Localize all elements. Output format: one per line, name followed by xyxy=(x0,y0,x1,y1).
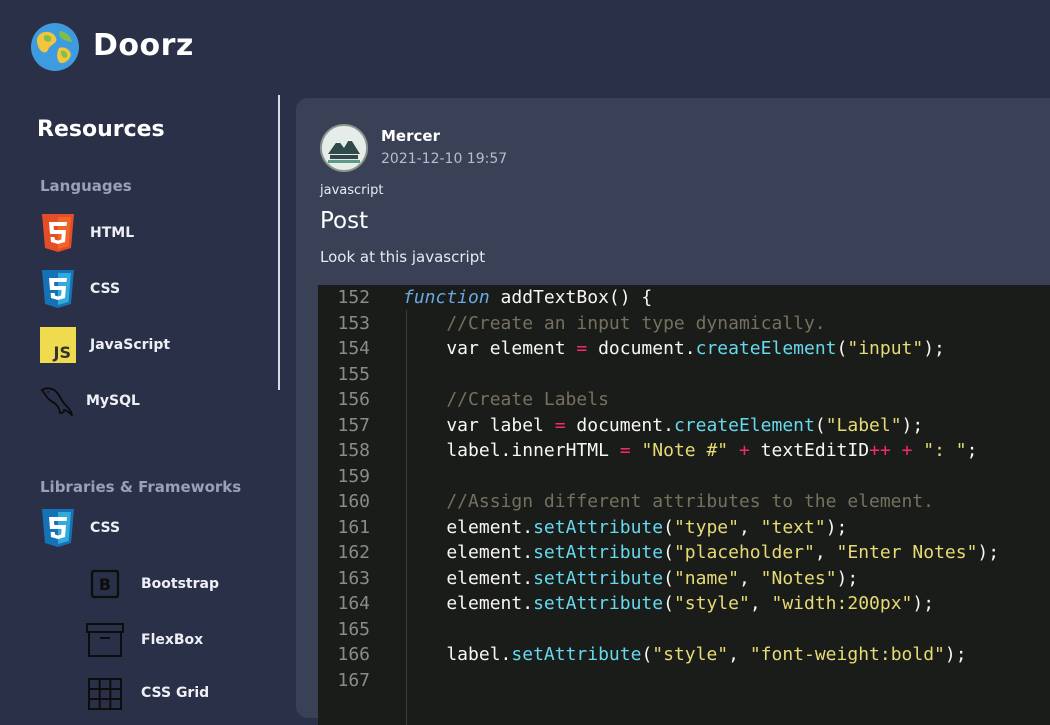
sidebar-scrollbar[interactable] xyxy=(278,95,280,390)
code-line: 163 element.setAttribute("name", "Notes"… xyxy=(318,566,1050,591)
code-line: 167 xyxy=(318,668,1050,693)
code-text: element.setAttribute("placeholder", "Ent… xyxy=(403,542,1000,563)
sidebar-item-label: HTML xyxy=(90,225,135,241)
post-timestamp: 2021-12-10 19:57 xyxy=(381,151,508,167)
code-text: element.setAttribute("name", "Notes"); xyxy=(403,567,859,589)
app-name[interactable]: Doorz xyxy=(93,28,194,63)
html5-icon xyxy=(40,213,76,253)
post-title: Post xyxy=(320,208,369,234)
post-author[interactable]: Mercer xyxy=(381,127,440,145)
sidebar: Resources Languages HTML CSS JS JavaScri… xyxy=(0,95,278,710)
avatar[interactable] xyxy=(320,124,368,172)
line-number: 152 xyxy=(337,287,370,308)
globe-logo-icon[interactable] xyxy=(30,22,80,72)
line-number: 159 xyxy=(337,465,370,487)
line-number: 153 xyxy=(337,312,370,334)
sidebar-subitem-css-grid[interactable]: CSS Grid xyxy=(86,673,209,713)
code-line: 157 var label = document.createElement("… xyxy=(318,413,1050,438)
line-number: 164 xyxy=(337,593,370,614)
code-text: label.innerHTML = "Note #" + textEditID+… xyxy=(403,440,978,461)
sidebar-item-label: CSS xyxy=(90,281,121,297)
code-text: element.setAttribute("style", "width:200… xyxy=(403,593,935,614)
section-label-libraries: Libraries & Frameworks xyxy=(40,478,242,496)
code-text: //Create an input type dynamically. xyxy=(403,312,826,334)
sidebar-item-label: CSS xyxy=(90,520,121,536)
line-number: 166 xyxy=(337,644,370,665)
line-number: 167 xyxy=(337,669,370,691)
code-line: 161 element.setAttribute("type", "text")… xyxy=(318,515,1050,540)
code-text: element.setAttribute("type", "text"); xyxy=(403,516,848,538)
sidebar-item-css[interactable]: CSS xyxy=(40,269,120,309)
svg-text:B: B xyxy=(99,575,111,594)
code-text: label.setAttribute("style", "font-weight… xyxy=(403,644,967,665)
sidebar-subitem-bootstrap[interactable]: B Bootstrap xyxy=(86,564,219,604)
line-number: 155 xyxy=(337,363,370,385)
line-number: 165 xyxy=(337,618,370,640)
javascript-icon: JS xyxy=(40,325,76,365)
sidebar-item-javascript[interactable]: JS JavaScript xyxy=(40,325,170,365)
sidebar-item-label: JavaScript xyxy=(90,337,171,353)
section-label-languages: Languages xyxy=(40,177,132,195)
code-line: 156 //Create Labels xyxy=(318,387,1050,412)
line-number: 162 xyxy=(337,542,370,563)
code-line: 152 function addTextBox() { xyxy=(318,285,1050,310)
sidebar-item-label: MySQL xyxy=(86,393,140,409)
line-number: 163 xyxy=(337,567,370,589)
code-line: 154 var element = document.createElement… xyxy=(318,336,1050,361)
sidebar-title: Resources xyxy=(37,117,165,142)
svg-text:JS: JS xyxy=(53,343,71,362)
code-line: 155 xyxy=(318,362,1050,387)
sidebar-item-label: FlexBox xyxy=(141,632,204,648)
sidebar-item-label: CSS Grid xyxy=(141,685,210,701)
mysql-dolphin-icon xyxy=(40,381,76,421)
code-line: 159 xyxy=(318,464,1050,489)
css3-icon xyxy=(40,269,76,309)
sidebar-item-label: Bootstrap xyxy=(141,576,219,592)
mountain-logo-icon xyxy=(322,126,366,170)
sidebar-item-mysql[interactable]: MySQL xyxy=(40,381,140,421)
grid-icon xyxy=(86,673,124,713)
post-card: Mercer 2021-12-10 19:57 javascript Post … xyxy=(296,98,1050,725)
code-line: 160 //Assign different attributes to the… xyxy=(318,489,1050,514)
code-line: 158 label.innerHTML = "Note #" + textEdi… xyxy=(318,438,1050,463)
sidebar-subitem-flexbox[interactable]: FlexBox xyxy=(86,620,203,660)
line-number: 156 xyxy=(337,389,370,410)
sidebar-item-html[interactable]: HTML xyxy=(40,213,134,253)
line-number: 158 xyxy=(337,440,370,461)
app-header: Doorz xyxy=(0,0,1050,95)
code-text: var label = document.createElement("Labe… xyxy=(403,414,924,436)
sidebar-item-css-framework[interactable]: CSS xyxy=(40,508,120,548)
code-screenshot: 152 function addTextBox() { 153 //Create a… xyxy=(318,285,1050,725)
code-line: 166 label.setAttribute("style", "font-we… xyxy=(318,642,1050,667)
css3-icon xyxy=(40,508,76,548)
code-line: 165 xyxy=(318,617,1050,642)
code-line: 153 //Create an input type dynamically. xyxy=(318,311,1050,336)
code-line: 162 element.setAttribute("placeholder", … xyxy=(318,540,1050,565)
code-line: 164 element.setAttribute("style", "width… xyxy=(318,591,1050,616)
code-text: var element = document.createElement("in… xyxy=(403,338,945,359)
flexbox-icon xyxy=(86,620,124,660)
post-tag[interactable]: javascript xyxy=(320,183,383,198)
line-number: 157 xyxy=(337,414,370,436)
line-number: 154 xyxy=(337,338,370,359)
code-text: //Assign different attributes to the ele… xyxy=(403,491,935,512)
code-text: //Create Labels xyxy=(403,389,609,410)
line-number: 160 xyxy=(337,491,370,512)
code-text: function addTextBox() { xyxy=(403,287,653,308)
post-body: Look at this javascript xyxy=(320,248,486,266)
line-number: 161 xyxy=(337,516,370,538)
bootstrap-icon: B xyxy=(86,564,124,604)
